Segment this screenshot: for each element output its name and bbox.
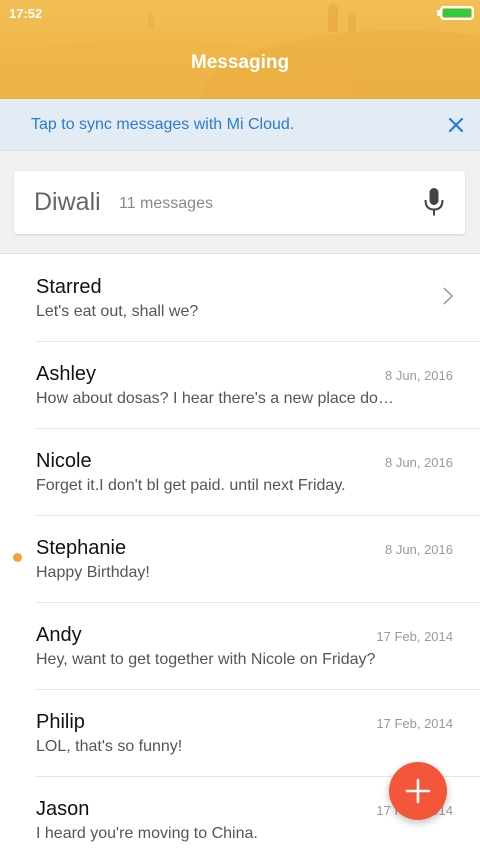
conversation-preview: Happy Birthday! [36,564,150,581]
close-icon[interactable] [444,113,468,137]
conversation-date: 8 Jun, 2016 [385,455,453,470]
microphone-icon[interactable] [422,186,446,218]
header-decoration [148,14,154,28]
search-input[interactable]: Diwali 11 messages [14,171,465,234]
conversation-date: 17 Feb, 2014 [376,629,453,644]
app-header [0,0,480,99]
conversation-preview: Let's eat out, shall we? [36,303,199,320]
conversation-date: 8 Jun, 2016 [385,368,453,383]
conversation-date: 8 Jun, 2016 [385,542,453,557]
search-result-count: 11 messages [119,195,213,212]
list-item[interactable]: Stephanie 8 Jun, 2016 Happy Birthday! [0,516,480,603]
sync-banner[interactable]: Tap to sync messages with Mi Cloud. [0,99,480,151]
new-message-button[interactable] [389,762,447,820]
search-query[interactable]: Diwali [34,188,101,217]
list-item[interactable]: Andy 17 Feb, 2014 Hey, want to get toget… [0,603,480,690]
conversation-preview: Hey, want to get together with Nicole on… [36,651,376,668]
conversation-name: Starred [36,276,102,298]
plus-icon [405,778,431,804]
search-area: Diwali 11 messages [0,151,480,254]
chevron-right-icon [443,287,454,305]
list-item-starred[interactable]: Starred Let's eat out, shall we? [0,255,480,342]
conversation-preview: I heard you're moving to China. [36,825,258,842]
conversation-name: Jason [36,798,90,820]
conversation-name: Philip [36,711,85,733]
unread-dot [13,553,22,562]
conversation-date: 17 Feb, 2014 [376,716,453,731]
conversation-preview: How about dosas? I hear there's a new pl… [36,390,396,407]
list-item[interactable]: Ashley 8 Jun, 2016 How about dosas? I he… [0,342,480,429]
header-decoration [328,4,338,32]
status-time: 17:52 [9,6,43,21]
conversation-preview: LOL, that's so funny! [36,738,183,755]
conversation-preview: Forget it.I don't bl get paid. until nex… [36,477,346,494]
header-decoration [348,12,356,32]
list-item[interactable]: Nicole 8 Jun, 2016 Forget it.I don't bl … [0,429,480,516]
page-title: Messaging [190,52,290,73]
conversation-name: Ashley [36,363,97,385]
conversation-name: Nicole [36,450,92,472]
battery-icon [440,6,474,20]
conversation-name: Stephanie [36,537,127,559]
conversation-name: Andy [36,624,82,646]
sync-banner-text[interactable]: Tap to sync messages with Mi Cloud. [31,116,294,134]
